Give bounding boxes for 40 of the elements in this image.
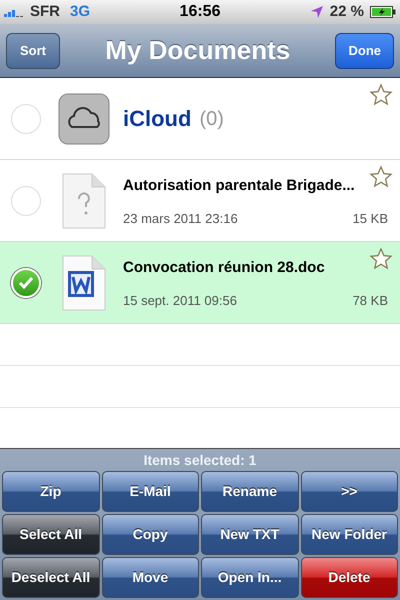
file-size: 15 KB (352, 210, 388, 228)
item-count: (0) (199, 106, 224, 132)
clock-time: 16:56 (180, 2, 220, 22)
toolbar-button[interactable]: Deselect All (2, 557, 100, 598)
selection-checkbox[interactable] (11, 186, 41, 216)
unknown-file-icon (62, 172, 106, 228)
item-name[interactable]: iCloud (123, 102, 192, 135)
toolbar-button[interactable]: New TXT (201, 514, 298, 555)
toolbar-button[interactable]: Open In... (201, 557, 298, 598)
star-icon[interactable] (369, 165, 393, 189)
carrier-name: SFR (30, 2, 60, 22)
checkmark-icon (18, 276, 34, 290)
file-name[interactable]: Autorisation parentale Brigade... (123, 174, 388, 197)
file-size: 78 KB (352, 292, 388, 310)
star-icon[interactable] (369, 247, 393, 271)
star-icon[interactable] (369, 83, 393, 107)
signal-icon (4, 7, 26, 17)
cloud-folder-icon (58, 92, 110, 144)
toolbar-button[interactable]: Zip (2, 471, 100, 512)
selection-count: Items selected: 1 (142, 451, 258, 470)
toolbar-button[interactable]: >> (300, 471, 398, 512)
location-arrow-icon (310, 5, 324, 19)
selection-checkbox[interactable] (11, 104, 41, 134)
sort-button[interactable]: Sort (6, 32, 60, 68)
file-name[interactable]: Convocation réunion 28.doc (123, 256, 388, 279)
toolbar-button[interactable]: Select All (2, 514, 100, 555)
toolbar-button[interactable]: New Folder (300, 514, 398, 555)
toolbar-button[interactable]: Copy (102, 514, 199, 555)
done-button[interactable]: Done (335, 32, 394, 68)
network-type: 3G (70, 2, 90, 22)
battery-percent: 22 % (330, 2, 364, 22)
word-document-icon (62, 254, 106, 310)
toolbar-button[interactable]: Delete (300, 557, 398, 598)
battery-charging-icon (370, 6, 396, 18)
screen-title: My Documents (105, 34, 290, 67)
file-date: 23 mars 2011 23:16 (123, 210, 238, 228)
toolbar-button[interactable]: E-Mail (102, 471, 199, 512)
toolbar-button[interactable]: Move (102, 557, 199, 598)
file-date: 15 sept. 2011 09:56 (123, 292, 237, 310)
toolbar-button[interactable]: Rename (201, 471, 298, 512)
